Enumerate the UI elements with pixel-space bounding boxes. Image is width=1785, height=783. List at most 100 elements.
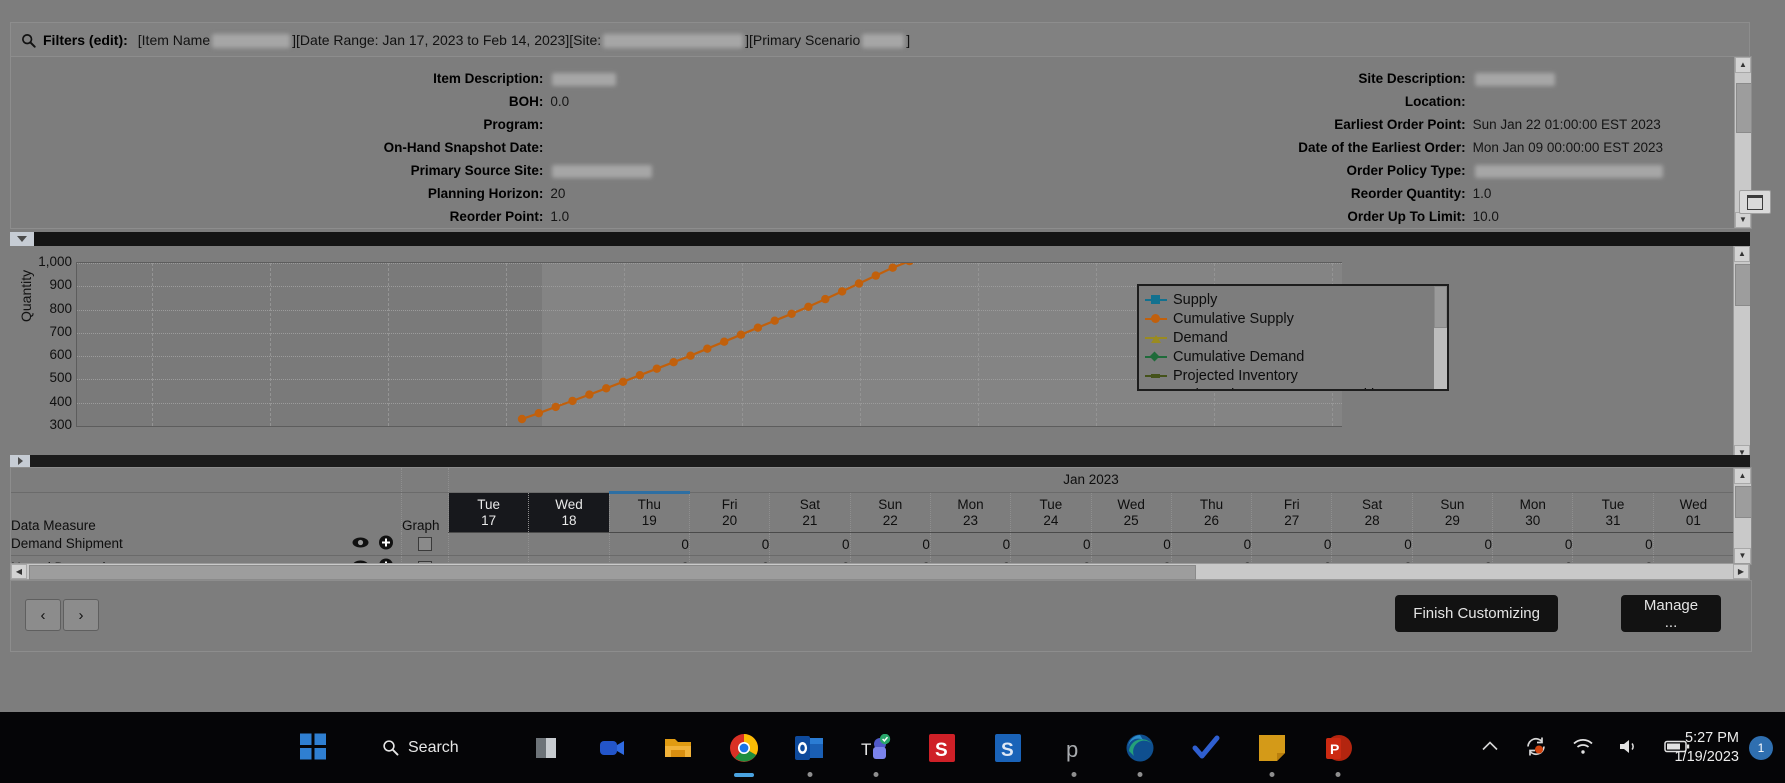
manage-button[interactable]: Manage ...: [1621, 595, 1721, 632]
date-column-header[interactable]: Wed 18: [528, 492, 610, 533]
date-column-header[interactable]: Fri 20: [689, 492, 771, 533]
task-view-icon[interactable]: [528, 730, 564, 766]
date-column-header[interactable]: Sat 28: [1331, 492, 1413, 533]
finish-customizing-button[interactable]: Finish Customizing: [1395, 595, 1558, 632]
filter-segment[interactable]: [Site:]: [569, 32, 749, 48]
scroll-right-arrow-icon[interactable]: ▶: [1733, 564, 1749, 579]
scroll-up-arrow-icon[interactable]: ▲: [1734, 246, 1750, 262]
todo-check-icon[interactable]: [1188, 730, 1224, 766]
date-column-header[interactable]: Thu 26: [1171, 492, 1253, 533]
eye-icon[interactable]: [352, 536, 369, 551]
legend-item[interactable]: Cumulative Supply: [1145, 309, 1447, 328]
legend-scrollbar[interactable]: [1434, 286, 1447, 389]
collapse-panel-button[interactable]: [1739, 190, 1771, 214]
date-column-header[interactable]: Wed 25: [1091, 492, 1172, 533]
data-cell[interactable]: 0: [609, 532, 690, 556]
legend-item[interactable]: Supply: [1145, 290, 1447, 309]
splitter-collapse-handle[interactable]: [10, 232, 34, 246]
legend-item[interactable]: Projected Inventory Less Awaiting Approv…: [1145, 385, 1447, 390]
detail-value: 0.0: [550, 94, 570, 109]
scrollbar-thumb[interactable]: [1736, 83, 1751, 133]
powerpoint-icon[interactable]: P: [1320, 730, 1356, 777]
date-column-header[interactable]: Tue 31: [1572, 492, 1654, 533]
date-column-header[interactable]: Sat 21: [769, 492, 851, 533]
data-cell[interactable]: 0: [769, 532, 851, 556]
graph-checkbox-cell[interactable]: [401, 532, 449, 556]
show-hidden-icons-chevron[interactable]: [1480, 739, 1500, 756]
scroll-up-arrow-icon[interactable]: ▲: [1734, 468, 1751, 484]
data-cell[interactable]: 0: [1572, 532, 1654, 556]
scroll-up-arrow-icon[interactable]: ▲: [1735, 57, 1751, 73]
file-explorer-icon[interactable]: [660, 730, 696, 766]
sync-status-icon[interactable]: [1524, 735, 1548, 760]
taskbar-search[interactable]: Search: [382, 739, 459, 757]
date-column-header[interactable]: Mon 30: [1492, 492, 1574, 533]
data-cell[interactable]: 0: [689, 532, 771, 556]
date-column-header[interactable]: Fri 27: [1251, 492, 1333, 533]
scroll-down-arrow-icon[interactable]: ▼: [1734, 548, 1751, 564]
legend-item[interactable]: Demand: [1145, 328, 1447, 347]
chart-scrollbar[interactable]: ▲ ▼: [1733, 246, 1750, 461]
snagit-icon[interactable]: S: [924, 730, 960, 766]
scrollbar-thumb[interactable]: [1735, 486, 1751, 518]
grid-vertical-scrollbar[interactable]: ▲ ▼: [1733, 468, 1751, 564]
graph-checkbox[interactable]: [418, 537, 432, 552]
data-cell[interactable]: 0: [1331, 532, 1413, 556]
date-column-header[interactable]: Sun 29: [1412, 492, 1494, 533]
teams-icon[interactable]: T: [858, 730, 894, 777]
filter-bar[interactable]: Filters (edit): [Item Name][Date Range: …: [10, 22, 1750, 56]
data-cell[interactable]: [528, 532, 610, 556]
measure-name-cell[interactable]: Demand Shipment: [11, 532, 402, 556]
filter-segment[interactable]: [Primary Scenario]: [749, 32, 910, 48]
date-column-header[interactable]: Sun 22: [850, 492, 931, 533]
date-column-header[interactable]: Wed 01: [1653, 492, 1734, 533]
data-cell[interactable]: 0: [1251, 532, 1333, 556]
chart-legend[interactable]: Supply Cumulative Supply Demand Cumulative …: [1137, 284, 1449, 391]
scroll-left-arrow-icon[interactable]: ◀: [11, 564, 27, 579]
data-cell[interactable]: 0: [1091, 532, 1172, 556]
data-cell[interactable]: 0: [930, 532, 1012, 556]
grid-horizontal-scrollbar[interactable]: ◀ ▶: [10, 563, 1750, 580]
powerpoint-p-icon[interactable]: p: [1056, 730, 1092, 777]
add-icon[interactable]: [379, 535, 393, 552]
scrollbar-thumb[interactable]: [1735, 264, 1750, 306]
data-cell[interactable]: 0: [1171, 532, 1253, 556]
table-row[interactable]: Demand Shipment 0 0 0 0 0 0 0 0 0 0 0 0 0: [11, 532, 1734, 556]
scrollbar-thumb[interactable]: [29, 565, 1196, 580]
date-column-header[interactable]: Mon 23: [930, 492, 1012, 533]
data-cell[interactable]: [448, 532, 530, 556]
outlook-icon[interactable]: [792, 730, 828, 777]
edge-icon[interactable]: [1122, 730, 1158, 777]
sticky-notes-icon[interactable]: [1254, 730, 1290, 777]
data-cell[interactable]: 0: [1010, 532, 1092, 556]
legend-item[interactable]: Cumulative Demand: [1145, 347, 1447, 366]
taskbar-clock[interactable]: 5:27 PM 1/19/2023: [1674, 729, 1739, 767]
wifi-icon[interactable]: [1572, 737, 1594, 758]
data-cell[interactable]: [1653, 532, 1734, 556]
volume-icon[interactable]: [1618, 737, 1640, 758]
date-column-header[interactable]: Tue 24: [1010, 492, 1092, 533]
previous-page-button[interactable]: ‹: [25, 599, 61, 631]
filters-label[interactable]: Filters (edit):: [43, 32, 128, 48]
notification-badge[interactable]: 1: [1749, 735, 1773, 760]
date-column-header[interactable]: Tue 17: [448, 492, 530, 533]
chrome-icon[interactable]: [726, 730, 762, 777]
filter-segments[interactable]: [Item Name][Date Range: Jan 17, 2023 to …: [138, 32, 910, 48]
search-icon: [383, 740, 399, 756]
data-cell[interactable]: 0: [1492, 532, 1574, 556]
filter-segment[interactable]: [Item Name]: [138, 32, 296, 48]
splitter-expand-handle[interactable]: [10, 455, 30, 467]
zoom-icon[interactable]: [594, 730, 630, 766]
panel-splitter-bottom[interactable]: [10, 455, 1750, 467]
data-cell[interactable]: 0: [1412, 532, 1494, 556]
next-page-button[interactable]: ›: [63, 599, 99, 631]
scroll-down-arrow-icon[interactable]: ▼: [1735, 212, 1751, 228]
skype-icon[interactable]: S: [990, 730, 1026, 766]
legend-item[interactable]: Projected Inventory: [1145, 366, 1447, 385]
filter-segment[interactable]: [Date Range: Jan 17, 2023 to Feb 14, 202…: [296, 32, 569, 48]
date-column-header[interactable]: Thu 19: [609, 491, 690, 533]
scrollbar-thumb[interactable]: [1434, 286, 1447, 328]
start-button[interactable]: [300, 733, 326, 762]
panel-splitter-top[interactable]: [10, 232, 1750, 246]
data-cell[interactable]: 0: [850, 532, 931, 556]
